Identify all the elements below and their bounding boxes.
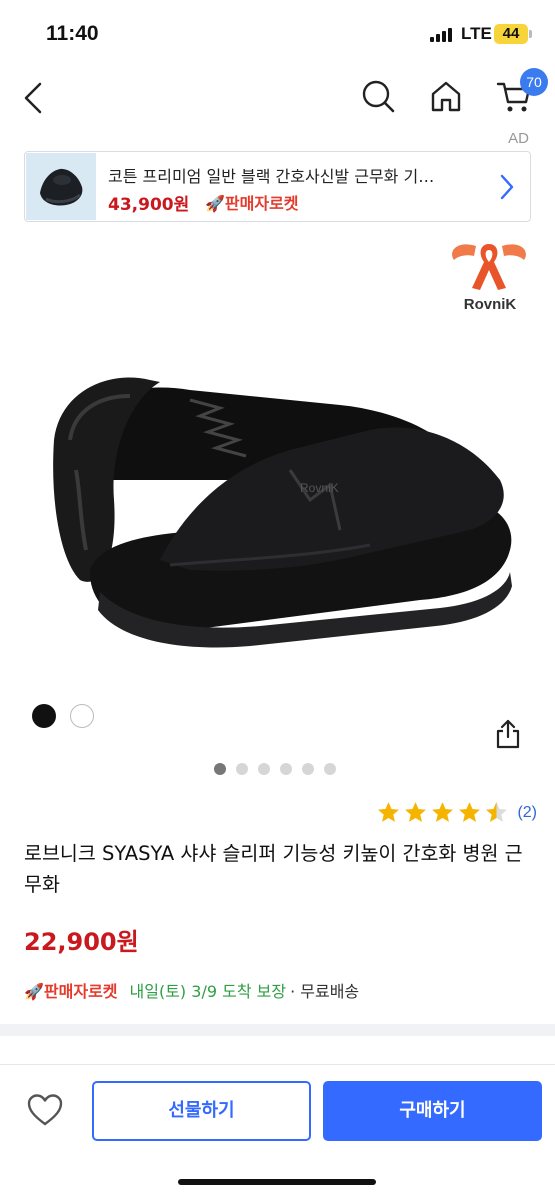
image-pagination xyxy=(214,763,336,775)
signal-icon xyxy=(430,28,452,42)
product-price: 22,900원 xyxy=(24,928,139,956)
network-label: LTE xyxy=(461,24,492,43)
product-rating[interactable]: (2) xyxy=(376,800,537,825)
color-swatch-black[interactable] xyxy=(32,704,56,728)
star-full-icon xyxy=(432,802,454,822)
star-full-icon xyxy=(459,802,481,822)
cart-count-badge: 70 xyxy=(520,68,548,96)
delivery-info: 🚀판매자로켓 내일(토) 3/9 도착 보장 · 무료배송 xyxy=(24,978,359,1002)
buy-button[interactable]: 구매하기 xyxy=(323,1081,542,1141)
status-time: 11:40 xyxy=(46,22,99,45)
heart-icon[interactable] xyxy=(26,1093,64,1127)
pagination-dot[interactable] xyxy=(236,763,248,775)
pagination-dot[interactable] xyxy=(258,763,270,775)
rocket-badge: 🚀판매자로켓 xyxy=(24,982,118,1001)
brand-name: RovniK xyxy=(463,296,517,313)
brand-logo: RovniK xyxy=(446,238,532,318)
arrival-date: 내일(토) 3/9 도착 보장 xyxy=(129,982,287,1001)
share-icon[interactable] xyxy=(494,718,522,750)
home-icon[interactable] xyxy=(428,78,464,114)
ribbon-logo-icon xyxy=(452,244,526,290)
star-full-icon xyxy=(378,802,400,822)
top-nav: 70 xyxy=(0,62,555,132)
star-full-icon xyxy=(405,802,427,822)
pagination-dot[interactable] xyxy=(280,763,292,775)
chevron-right-icon xyxy=(500,174,514,200)
color-swatch-white[interactable] xyxy=(70,704,94,728)
pagination-dot[interactable] xyxy=(302,763,314,775)
ad-banner[interactable]: 코튼 프리미엄 일반 블랙 간호사신발 근무화 기… 43,900원 🚀판매자로… xyxy=(24,151,531,222)
battery-icon: 44 xyxy=(494,24,528,44)
star-half-icon xyxy=(486,802,508,822)
product-title: 로브니크 SYASYA 샤샤 슬리퍼 기능성 키높이 간호화 병원 근무화 xyxy=(24,842,523,896)
ad-thumbnail xyxy=(26,153,96,220)
section-divider xyxy=(0,1024,555,1036)
review-count[interactable]: (2) xyxy=(517,804,537,822)
ad-shoe-image xyxy=(26,153,96,220)
ad-title: 코튼 프리미엄 일반 블랙 간호사신발 근무화 기… xyxy=(108,167,435,186)
pagination-dot[interactable] xyxy=(324,763,336,775)
bottom-action-bar: 선물하기 구매하기 xyxy=(0,1064,555,1200)
battery-tip xyxy=(529,30,532,38)
ad-label: AD xyxy=(508,130,529,147)
ad-rocket-badge: 🚀판매자로켓 xyxy=(205,194,299,213)
status-bar: 11:40 LTE 44 xyxy=(0,0,555,62)
pagination-dot-active[interactable] xyxy=(214,763,226,775)
shipping-info: · 무료배송 xyxy=(290,982,360,1001)
home-indicator xyxy=(178,1179,376,1185)
search-icon[interactable] xyxy=(360,78,396,114)
gift-button[interactable]: 선물하기 xyxy=(92,1081,311,1141)
sandal-logo-text: RovniK xyxy=(300,481,339,495)
product-image[interactable]: RovniK xyxy=(40,360,520,680)
ad-price: 43,900원 xyxy=(108,195,190,215)
chevron-left-icon[interactable] xyxy=(20,80,48,116)
